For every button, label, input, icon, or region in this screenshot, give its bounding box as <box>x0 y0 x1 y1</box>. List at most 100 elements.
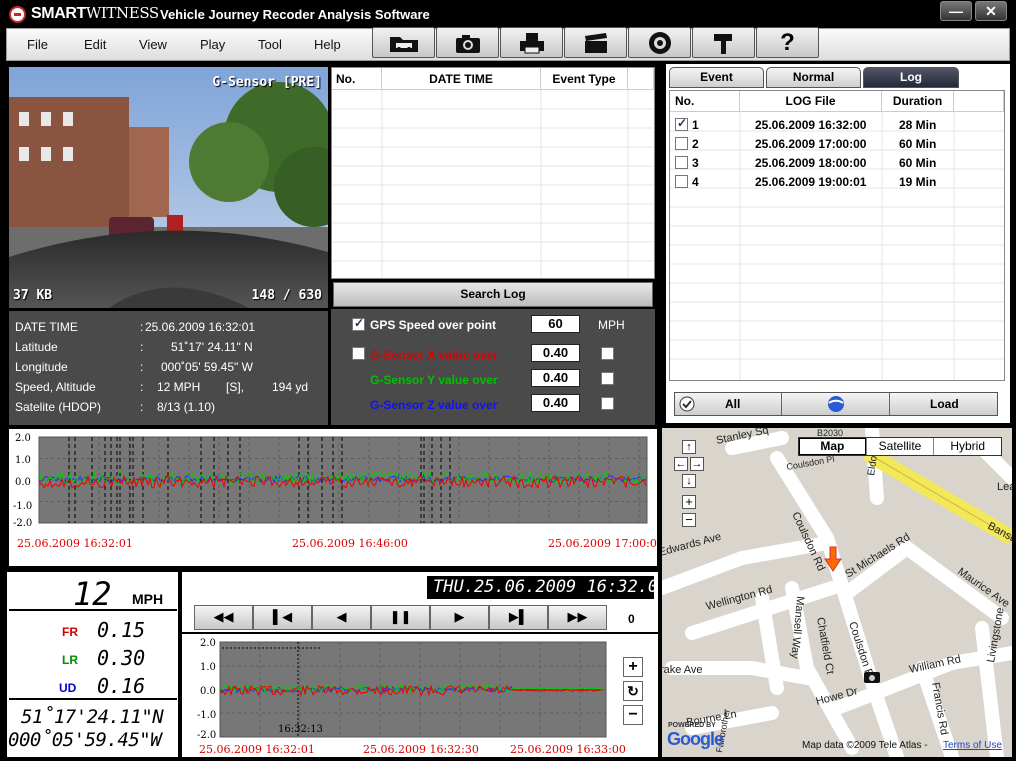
gsensor-y-input[interactable]: 0.40 <box>531 369 580 387</box>
chart-zoom-in-button[interactable]: + <box>623 657 643 677</box>
menu-file[interactable]: File <box>27 37 48 52</box>
google-logo: Google <box>667 729 724 749</box>
gsensor-z-label: G-Sensor Z value over <box>370 398 498 412</box>
divider <box>9 609 177 611</box>
event-table: No. DATE TIME Event Type <box>331 67 655 279</box>
menu-help[interactable]: Help <box>314 37 341 52</box>
tab-normal[interactable]: Normal <box>766 67 861 88</box>
y-tick: 0.0 <box>200 686 216 697</box>
y-tick: -2.0 <box>197 730 216 741</box>
log-file-table: No. LOG File Duration 1 25.06.2009 16:32… <box>669 90 1005 381</box>
google-earth-button[interactable] <box>782 393 890 415</box>
menu-play[interactable]: Play <box>200 37 225 52</box>
info-sep: : <box>140 340 144 354</box>
terms-of-use-link[interactable]: Terms of Use <box>943 740 1002 751</box>
log-row-checkbox[interactable] <box>675 175 688 188</box>
play-button[interactable]: ▶ <box>430 605 489 630</box>
select-all-button[interactable]: All <box>675 393 782 415</box>
search-log-button[interactable]: Search Log <box>333 282 653 307</box>
gsensor-x-input[interactable]: 0.40 <box>531 344 580 362</box>
pan-down-button[interactable]: ↓ <box>682 474 696 488</box>
brand-logo: SMARTWITNESS <box>31 4 159 23</box>
y-tick: 1.0 <box>200 662 216 673</box>
map-view[interactable]: Stanley Sq Coulsdon Pl Coulsdon Rd St Mi… <box>662 428 1012 757</box>
folder-car-icon <box>389 36 418 52</box>
help-button[interactable]: ? <box>756 27 819 58</box>
gps-speed-checkbox[interactable] <box>352 316 365 331</box>
minimize-button[interactable]: — <box>940 1 972 21</box>
map-zoom-out-button[interactable]: − <box>682 513 696 527</box>
log-row-checkbox[interactable] <box>675 137 688 150</box>
help-icon: ? <box>780 28 795 56</box>
col-header-no[interactable]: No. <box>332 68 382 90</box>
log-row-checkbox[interactable] <box>675 116 688 131</box>
menu-edit[interactable]: Edit <box>84 37 106 52</box>
log-row[interactable]: 3 25.06.2009 18:00:00 60 Min <box>670 153 1004 172</box>
log-row[interactable]: 2 25.06.2009 17:00:00 60 Min <box>670 134 1004 153</box>
camera-icon <box>455 34 480 53</box>
hammer-icon <box>713 33 732 54</box>
pause-button[interactable]: ❚❚ <box>371 605 430 630</box>
video-view[interactable]: G-Sensor [PRE] 37 KB 148 / 630 <box>9 67 328 308</box>
skip-end-button[interactable]: ▶▌ <box>489 605 548 630</box>
tab-event[interactable]: Event <box>669 67 764 88</box>
info-sep: : <box>140 380 144 394</box>
print-button[interactable] <box>500 27 563 58</box>
disc-button[interactable] <box>628 27 691 58</box>
clip-button[interactable] <box>564 27 627 58</box>
x-label-start: 25.06.2009 16:32:01 <box>17 537 133 550</box>
settings-button[interactable] <box>692 27 755 58</box>
gps-speed-input[interactable]: 60 <box>531 315 580 333</box>
pan-up-button[interactable]: ↑ <box>682 440 696 454</box>
gsensor-y-enable-checkbox[interactable] <box>601 372 614 385</box>
tab-log[interactable]: Log <box>863 67 959 88</box>
col-header-blank <box>628 68 654 90</box>
open-folder-button[interactable] <box>372 27 435 58</box>
chart-zoom-out-button[interactable]: − <box>623 705 643 725</box>
map-type-hybrid[interactable]: Hybrid <box>934 438 1001 455</box>
chart-reset-button[interactable]: ↻ <box>623 681 643 701</box>
fast-rewind-button[interactable]: ◀◀ <box>194 605 253 630</box>
x-label-end: 25.06.2009 16:33:00 <box>510 743 626 756</box>
menu-tool[interactable]: Tool <box>258 37 282 52</box>
col-header-log-file[interactable]: LOG File <box>740 91 882 112</box>
info-label: Satelite (HDOP) <box>15 400 102 414</box>
log-row-no: 3 <box>692 156 699 170</box>
street-label: Drake Ave <box>662 664 703 676</box>
playback-clock: THU.25.06.2009 16:32.01 <box>427 576 654 599</box>
info-speed-source: [S], <box>226 380 245 394</box>
gauge-panel: 12 MPH FR 0.15 LR 0.30 UD 0.16 51˚17'24.… <box>7 572 178 757</box>
log-row-checkbox[interactable] <box>675 156 688 169</box>
gsensor-detail-plot: 2.0 1.0 0.0 -1.0 -2.0 16:32:13 25.06.200… <box>197 638 626 756</box>
log-row[interactable]: 4 25.06.2009 19:00:01 19 Min <box>670 172 1004 191</box>
log-row-no: 2 <box>692 137 699 151</box>
video-size: 37 KB <box>13 288 53 303</box>
close-button[interactable]: ✕ <box>975 1 1007 21</box>
gsensor-overview-plot: 2.0 1.0 0.0 -1.0 -2.0 25.06.2009 16:32:0… <box>13 433 664 550</box>
skip-start-button[interactable]: ▌◀ <box>253 605 312 630</box>
pan-right-button[interactable]: → <box>690 457 704 471</box>
pan-left-button[interactable]: ← <box>674 457 688 471</box>
gsensor-x-enable-checkbox[interactable] <box>601 347 614 360</box>
gsensor-z-enable-checkbox[interactable] <box>601 397 614 410</box>
step-back-button[interactable]: ◀ <box>312 605 371 630</box>
col-header-no[interactable]: No. <box>670 91 740 112</box>
col-header-duration[interactable]: Duration <box>882 91 954 112</box>
gsensor-z-input[interactable]: 0.40 <box>531 394 580 412</box>
gsensor-detail-chart[interactable]: 2.0 1.0 0.0 -1.0 -2.0 16:32:13 25.06.200… <box>182 634 658 757</box>
fast-forward-button[interactable]: ▶▶ <box>548 605 607 630</box>
gsensor-overview-chart[interactable]: 2.0 1.0 0.0 -1.0 -2.0 25.06.2009 16:32:0… <box>9 429 664 566</box>
col-header-datetime[interactable]: DATE TIME <box>382 68 541 90</box>
log-row[interactable]: 1 25.06.2009 16:32:00 28 Min <box>670 115 1004 134</box>
col-header-event-type[interactable]: Event Type <box>541 68 628 90</box>
y-tick: 0.0 <box>15 477 31 488</box>
map-zoom-in-button[interactable]: + <box>682 495 696 509</box>
gsensor-x-checkbox[interactable] <box>352 347 365 360</box>
log-row-duration: 60 Min <box>899 137 937 151</box>
load-button[interactable]: Load <box>890 393 997 415</box>
snapshot-button[interactable] <box>436 27 499 58</box>
map-type-map[interactable]: Map <box>799 438 867 455</box>
menu-view[interactable]: View <box>139 37 167 52</box>
select-all-label: All <box>725 397 741 411</box>
map-type-satellite[interactable]: Satellite <box>867 438 935 455</box>
